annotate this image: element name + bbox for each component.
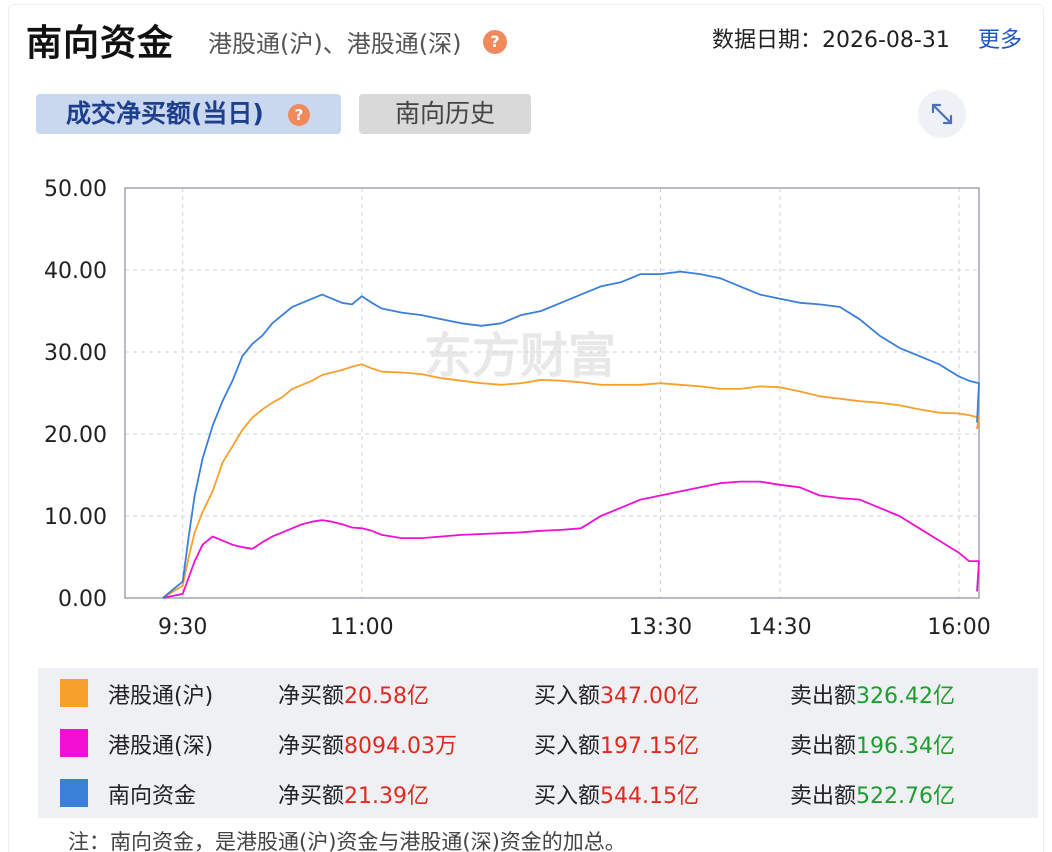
watermark: 东方财富: [424, 328, 616, 384]
x-tick-label: 11:00: [330, 615, 393, 640]
sell-label: 卖出额: [790, 734, 857, 759]
sell-label: 卖出额: [790, 784, 857, 809]
page-title: 南向资金: [26, 23, 175, 64]
legend-swatch-shen: [60, 729, 88, 757]
series-line-total: [162, 270, 980, 599]
legend-swatch-hu: [60, 679, 88, 707]
legend-panel: 港股通(沪) 净买额20.58亿 买入额347.00亿 卖出额326.42亿 港…: [38, 668, 1038, 818]
legend-net-cell: 净买额21.39亿: [278, 778, 429, 810]
legend-name: 南向资金: [108, 784, 197, 809]
sell-value: 326.42亿: [856, 684, 955, 709]
tab-help-icon[interactable]: ?: [288, 104, 310, 126]
x-tick-label: 13:30: [629, 615, 692, 640]
legend-sell-cell: 卖出额522.76亿: [790, 778, 955, 810]
buy-value: 347.00亿: [600, 684, 699, 709]
tab-net-buy-today-label: 成交净买额(当日): [66, 99, 264, 128]
net-label: 净买额: [278, 684, 345, 709]
legend-buy-cell: 买入额347.00亿: [534, 678, 699, 710]
tab-southbound-history[interactable]: 南向历史: [359, 94, 531, 134]
help-icon[interactable]: ?: [483, 30, 507, 54]
more-link[interactable]: 更多: [978, 22, 1022, 54]
sell-label: 卖出额: [790, 684, 857, 709]
series-line-hu: [162, 363, 980, 599]
footnote: 注：南向资金，是港股通(沪)资金与港股通(深)资金的加总。: [68, 830, 626, 852]
legend-sell-cell: 卖出额196.34亿: [790, 728, 955, 760]
legend-row-hu: 港股通(沪) 净买额20.58亿 买入额347.00亿 卖出额326.42亿: [38, 668, 1038, 718]
y-tick-label: 0.00: [58, 587, 107, 612]
legend-net-cell: 净买额20.58亿: [278, 678, 429, 710]
sell-value: 522.76亿: [856, 784, 955, 809]
legend-row-shen: 港股通(深) 净买额8094.03万 买入额197.15亿 卖出额196.34亿: [38, 718, 1038, 768]
y-tick-label: 40.00: [44, 259, 107, 284]
sell-value: 196.34亿: [856, 734, 955, 759]
legend-name: 港股通(沪): [108, 684, 214, 709]
legend-swatch-total: [60, 779, 88, 807]
net-value: 20.58亿: [344, 684, 429, 709]
net-buy-line-chart: 东方财富 0.00 10.00 20.00 30.00 40.00 50.00 9:30 11:…: [44, 177, 991, 640]
net-value: 8094.03万: [344, 734, 457, 759]
buy-value: 197.15亿: [600, 734, 699, 759]
expand-icon: [931, 103, 953, 125]
legend-net-cell: 净买额8094.03万: [278, 728, 457, 760]
net-label: 净买额: [278, 784, 345, 809]
net-value: 21.39亿: [344, 784, 429, 809]
y-tick-label: 10.00: [44, 505, 107, 530]
buy-label: 买入额: [534, 784, 601, 809]
buy-value: 544.15亿: [600, 784, 699, 809]
buy-label: 买入额: [534, 684, 601, 709]
tab-southbound-history-label: 南向历史: [394, 99, 495, 128]
y-tick-label: 30.00: [44, 341, 107, 366]
legend-buy-cell: 买入额197.15亿: [534, 728, 699, 760]
y-tick-label: 20.00: [44, 423, 107, 448]
expand-button[interactable]: [918, 90, 966, 138]
page-subtitle: 港股通(沪)、港股通(深): [208, 30, 462, 58]
legend-sell-cell: 卖出额326.42亿: [790, 678, 955, 710]
data-date-label: 数据日期：2026-08-31: [712, 28, 950, 53]
legend-row-total: 南向资金 净买额21.39亿 买入额544.15亿 卖出额522.76亿: [38, 768, 1038, 818]
y-tick-label: 50.00: [44, 177, 107, 202]
legend-name: 港股通(深): [108, 734, 214, 759]
x-tick-label: 14:30: [748, 615, 811, 640]
series-line-shen: [162, 480, 980, 599]
buy-label: 买入额: [534, 734, 601, 759]
x-tick-label: 9:30: [158, 615, 207, 640]
plot-frame: [124, 187, 980, 599]
legend-buy-cell: 买入额544.15亿: [534, 778, 699, 810]
x-tick-label: 16:00: [927, 615, 990, 640]
net-label: 净买额: [278, 734, 345, 759]
